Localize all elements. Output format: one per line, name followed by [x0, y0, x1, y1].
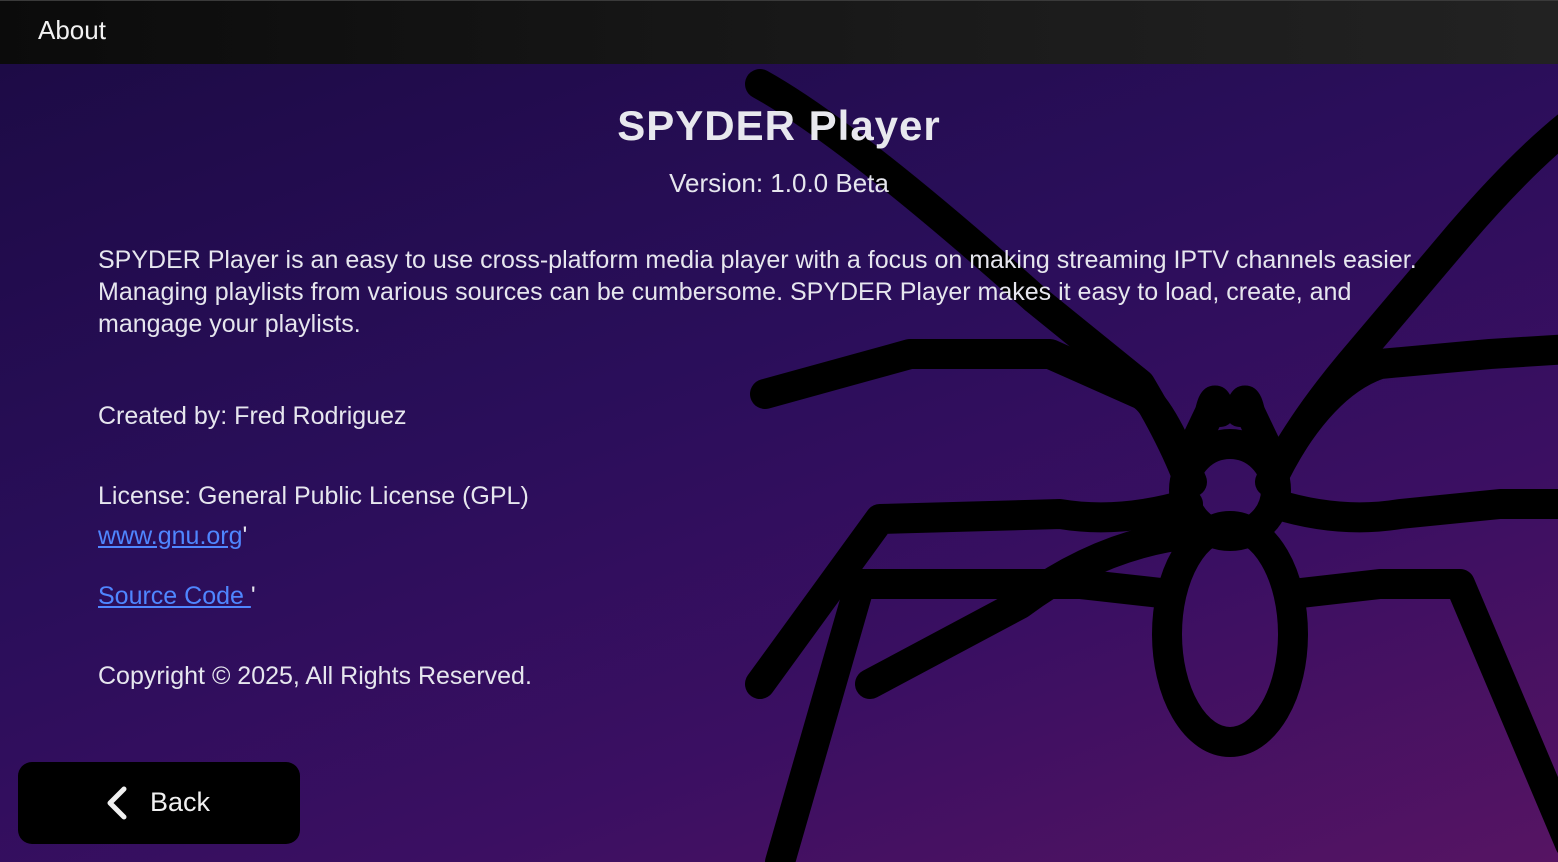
gnu-link-suffix: ' — [242, 522, 248, 550]
source-code-link[interactable]: Source Code — [98, 582, 251, 610]
about-panel: SPYDER Player Version: 1.0.0 Beta SPYDER… — [0, 64, 1558, 862]
source-code-link-row: Source Code ' — [98, 582, 256, 611]
chevron-left-icon — [107, 786, 127, 820]
copyright-text: Copyright © 2025, All Rights Reserved. — [98, 662, 532, 690]
back-button-label: Back — [150, 787, 211, 817]
gnu-link[interactable]: www.gnu.org — [98, 522, 243, 550]
gnu-link-row: www.gnu.org' — [98, 522, 247, 551]
app-title: SPYDER Player — [617, 102, 941, 149]
created-by-text: Created by: Fred Rodriguez — [98, 402, 407, 430]
source-code-link-suffix: ' — [250, 582, 256, 610]
app-version: Version: 1.0.0 Beta — [669, 168, 889, 198]
title-bar: About — [0, 0, 1558, 64]
window-title: About — [38, 15, 106, 45]
license-text: License: General Public License (GPL) — [98, 482, 529, 510]
app-description: SPYDER Player is an easy to use cross-pl… — [98, 246, 1417, 338]
back-button[interactable]: Back — [18, 762, 300, 844]
